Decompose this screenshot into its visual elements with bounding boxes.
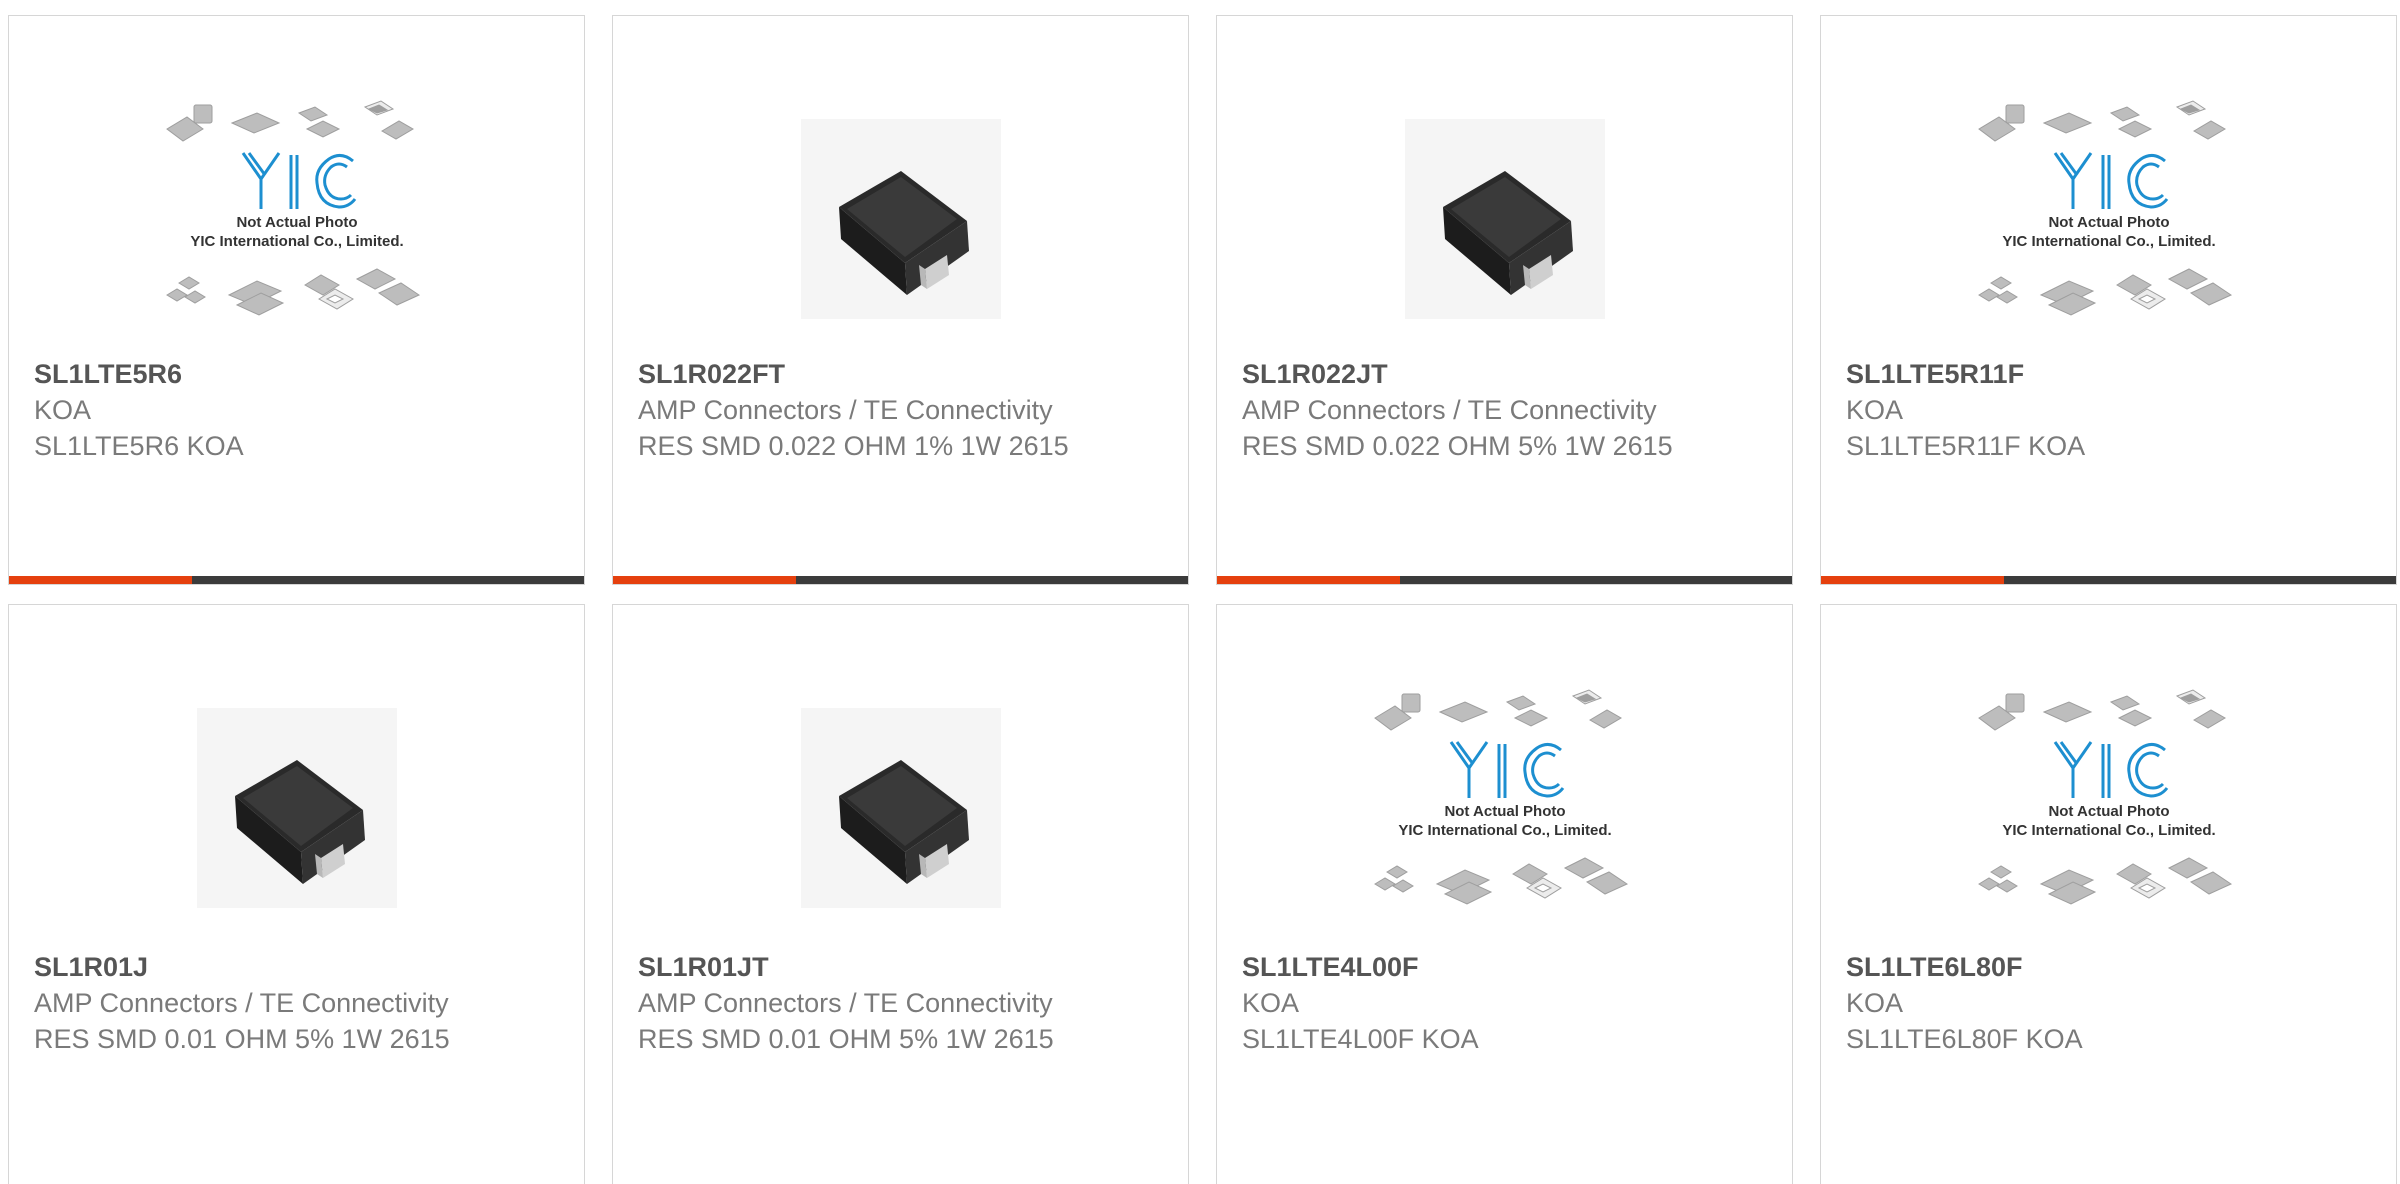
part-number[interactable]: SL1LTE6L80F	[1846, 949, 2371, 985]
manufacturer: AMP Connectors / TE Connectivity	[34, 988, 449, 1018]
product-card[interactable]: SL1R022FT AMP Connectors / TE Connectivi…	[612, 15, 1189, 585]
product-image[interactable]	[1365, 84, 1645, 354]
manufacturer: KOA	[1846, 988, 1904, 1018]
product-image[interactable]	[761, 673, 1041, 943]
product-card[interactable]: SL1R01JT AMP Connectors / TE Connectivit…	[612, 604, 1189, 1184]
description: SL1LTE6L80F KOA	[1846, 1024, 2083, 1054]
placeholder-image	[157, 99, 437, 339]
manufacturer: KOA	[34, 395, 92, 425]
card-bar	[613, 576, 1188, 584]
description: SL1LTE5R6 KOA	[34, 431, 244, 461]
card-bar-accent	[1217, 576, 1400, 584]
manufacturer: AMP Connectors / TE Connectivity	[638, 395, 1053, 425]
card-bar	[1821, 576, 2396, 584]
part-number[interactable]: SL1R01J	[34, 949, 559, 985]
description: RES SMD 0.022 OHM 5% 1W 2615	[1242, 431, 1673, 461]
manufacturer: KOA	[1846, 395, 1904, 425]
description: SL1LTE5R11F KOA	[1846, 431, 2086, 461]
resistor-image	[1405, 119, 1605, 319]
product-card[interactable]: SL1LTE6L80F KOA SL1LTE6L80F KOA	[1820, 604, 2397, 1184]
placeholder-image	[1969, 688, 2249, 928]
description: RES SMD 0.01 OHM 5% 1W 2615	[34, 1024, 450, 1054]
card-bar-accent	[9, 576, 192, 584]
manufacturer: KOA	[1242, 988, 1300, 1018]
part-number[interactable]: SL1LTE4L00F	[1242, 949, 1767, 985]
part-number[interactable]: SL1R022FT	[638, 356, 1163, 392]
product-image[interactable]	[1365, 673, 1645, 943]
product-card[interactable]: SL1R022JT AMP Connectors / TE Connectivi…	[1216, 15, 1793, 585]
product-card[interactable]: SL1LTE5R11F KOA SL1LTE5R11F KOA	[1820, 15, 2397, 585]
product-image[interactable]	[1969, 84, 2249, 354]
card-bar-accent	[1821, 576, 2004, 584]
product-image[interactable]	[1969, 673, 2249, 943]
product-image[interactable]	[157, 84, 437, 354]
card-bar	[1217, 576, 1792, 584]
product-card[interactable]: SL1R01J AMP Connectors / TE Connectivity…	[8, 604, 585, 1184]
product-card[interactable]: SL1LTE4L00F KOA SL1LTE4L00F KOA	[1216, 604, 1793, 1184]
description: RES SMD 0.01 OHM 5% 1W 2615	[638, 1024, 1054, 1054]
placeholder-image	[1969, 99, 2249, 339]
description: RES SMD 0.022 OHM 1% 1W 2615	[638, 431, 1069, 461]
part-number[interactable]: SL1R01JT	[638, 949, 1163, 985]
description: SL1LTE4L00F KOA	[1242, 1024, 1479, 1054]
manufacturer: AMP Connectors / TE Connectivity	[638, 988, 1053, 1018]
manufacturer: AMP Connectors / TE Connectivity	[1242, 395, 1657, 425]
resistor-image	[801, 119, 1001, 319]
part-number[interactable]: SL1LTE5R11F	[1846, 356, 2371, 392]
resistor-image	[197, 708, 397, 908]
placeholder-image	[1365, 688, 1645, 928]
resistor-image	[801, 708, 1001, 908]
product-image[interactable]	[157, 673, 437, 943]
part-number[interactable]: SL1LTE5R6	[34, 356, 559, 392]
part-number[interactable]: SL1R022JT	[1242, 356, 1767, 392]
card-bar-accent	[613, 576, 796, 584]
card-bar	[9, 576, 584, 584]
product-card[interactable]: SL1LTE5R6 KOA SL1LTE5R6 KOA	[8, 15, 585, 585]
product-image[interactable]	[761, 84, 1041, 354]
